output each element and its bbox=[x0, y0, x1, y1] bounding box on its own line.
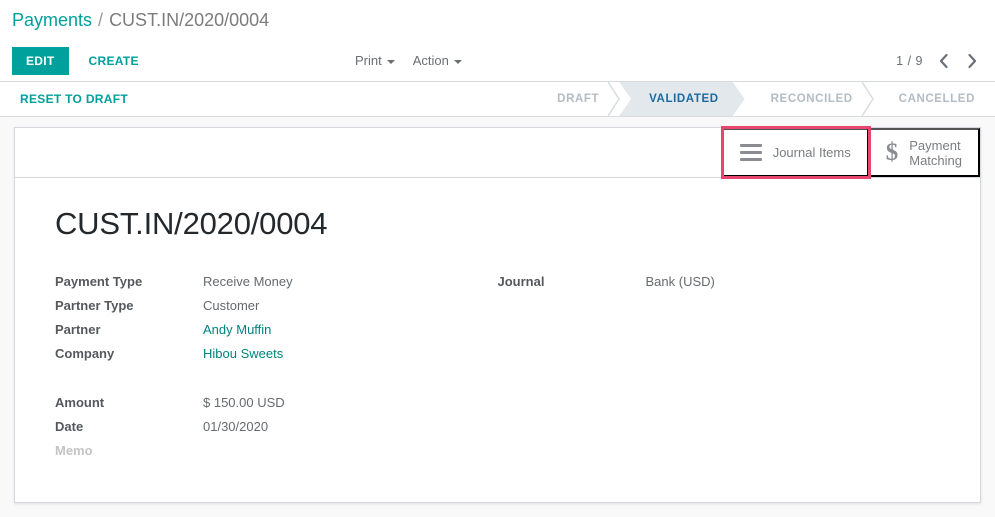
chevron-right-icon bbox=[968, 53, 977, 68]
breadcrumb: Payments / CUST.IN/2020/0004 bbox=[0, 0, 995, 40]
create-button[interactable]: CREATE bbox=[79, 47, 149, 75]
status-stage-draft[interactable]: DRAFT bbox=[531, 82, 621, 116]
status-stage-label: DRAFT bbox=[557, 93, 600, 105]
pager-previous-button[interactable] bbox=[935, 51, 952, 71]
reset-to-draft-button[interactable]: RESET TO DRAFT bbox=[12, 86, 136, 112]
journal-items-label: Journal Items bbox=[772, 145, 851, 160]
field-partner-type: Partner Type Customer bbox=[55, 298, 498, 313]
print-label: Print bbox=[355, 53, 382, 68]
action-label: Action bbox=[412, 53, 449, 68]
pager-count: 1 / 9 bbox=[896, 53, 923, 68]
breadcrumb-parent-link[interactable]: Payments bbox=[12, 10, 92, 31]
field-journal: Journal Bank (USD) bbox=[498, 274, 941, 289]
pager: 1 / 9 bbox=[896, 51, 981, 71]
left-field-group: Payment Type Receive Money Partner Type … bbox=[55, 274, 498, 467]
control-panel: EDIT CREATE Print Action 1 / 9 bbox=[0, 40, 995, 82]
field-value: Bank (USD) bbox=[645, 274, 715, 289]
page-title: CUST.IN/2020/0004 bbox=[55, 206, 328, 241]
sheet-container: Journal Items $ Payment Matching CUST.IN… bbox=[0, 117, 995, 515]
status-bar: RESET TO DRAFT DRAFT VALIDATED RECONCILE… bbox=[0, 82, 995, 117]
field-value: 01/30/2020 bbox=[203, 419, 269, 434]
edit-button[interactable]: EDIT bbox=[12, 46, 69, 75]
chevron-down-icon bbox=[386, 59, 395, 64]
status-stage-label: VALIDATED bbox=[649, 93, 719, 105]
field-partner: Partner Andy Muffin bbox=[55, 322, 498, 337]
field-label: Journal bbox=[497, 274, 545, 289]
field-company: Company Hibou Sweets bbox=[55, 346, 498, 361]
chevron-left-icon bbox=[939, 53, 948, 68]
action-dropdown[interactable]: Action bbox=[413, 53, 462, 68]
breadcrumb-current: CUST.IN/2020/0004 bbox=[109, 9, 270, 30]
status-stage-validated[interactable]: VALIDATED bbox=[619, 82, 745, 116]
field-label: Partner bbox=[55, 322, 101, 337]
partner-link[interactable]: Andy Muffin bbox=[203, 322, 271, 337]
field-value: $ 150.00 USD bbox=[203, 395, 285, 410]
field-date: Date 01/30/2020 bbox=[55, 419, 498, 434]
breadcrumb-separator: / bbox=[98, 9, 104, 30]
status-stage-label: RECONCILED bbox=[770, 93, 853, 105]
status-stage-reconciled[interactable]: RECONCILED bbox=[745, 82, 874, 116]
payment-matching-label: Payment Matching bbox=[909, 137, 962, 168]
hamburger-icon bbox=[739, 144, 762, 161]
right-field-group: Journal Bank (USD) bbox=[498, 274, 941, 467]
field-label: Company bbox=[55, 346, 115, 361]
form-sheet: Journal Items $ Payment Matching CUST.IN… bbox=[14, 126, 981, 503]
chevron-down-icon bbox=[453, 59, 462, 64]
field-payment-type: Payment Type Receive Money bbox=[55, 274, 498, 289]
field-label: Memo bbox=[55, 443, 93, 458]
print-dropdown[interactable]: Print bbox=[355, 53, 395, 68]
form-body: CUST.IN/2020/0004 Payment Type Receive M… bbox=[15, 178, 980, 467]
dollar-icon: $ bbox=[885, 139, 899, 166]
field-value: Receive Money bbox=[203, 274, 293, 289]
status-stage-label: CANCELLED bbox=[898, 93, 975, 105]
pager-next-button[interactable] bbox=[964, 51, 981, 71]
smart-button-bar: Journal Items $ Payment Matching bbox=[15, 126, 980, 179]
field-label: Amount bbox=[55, 395, 105, 410]
field-label: Payment Type bbox=[55, 274, 143, 289]
field-amount: Amount $ 150.00 USD bbox=[55, 395, 498, 410]
field-groups: Payment Type Receive Money Partner Type … bbox=[55, 274, 940, 467]
field-memo: Memo bbox=[55, 443, 498, 458]
control-panel-dropdowns: Print Action bbox=[355, 53, 462, 68]
company-link[interactable]: Hibou Sweets bbox=[203, 346, 283, 361]
status-stage-cancelled[interactable]: CANCELLED bbox=[873, 82, 995, 116]
journal-items-button[interactable]: Journal Items bbox=[720, 126, 871, 179]
field-value: Customer bbox=[203, 298, 260, 313]
field-label: Partner Type bbox=[55, 298, 134, 313]
stage-arrow-divider bbox=[608, 82, 621, 116]
status-pipeline: DRAFT VALIDATED RECONCILED CANCELLED bbox=[531, 82, 995, 116]
field-label: Date bbox=[55, 419, 84, 434]
payment-matching-button[interactable]: $ Payment Matching bbox=[868, 128, 980, 177]
